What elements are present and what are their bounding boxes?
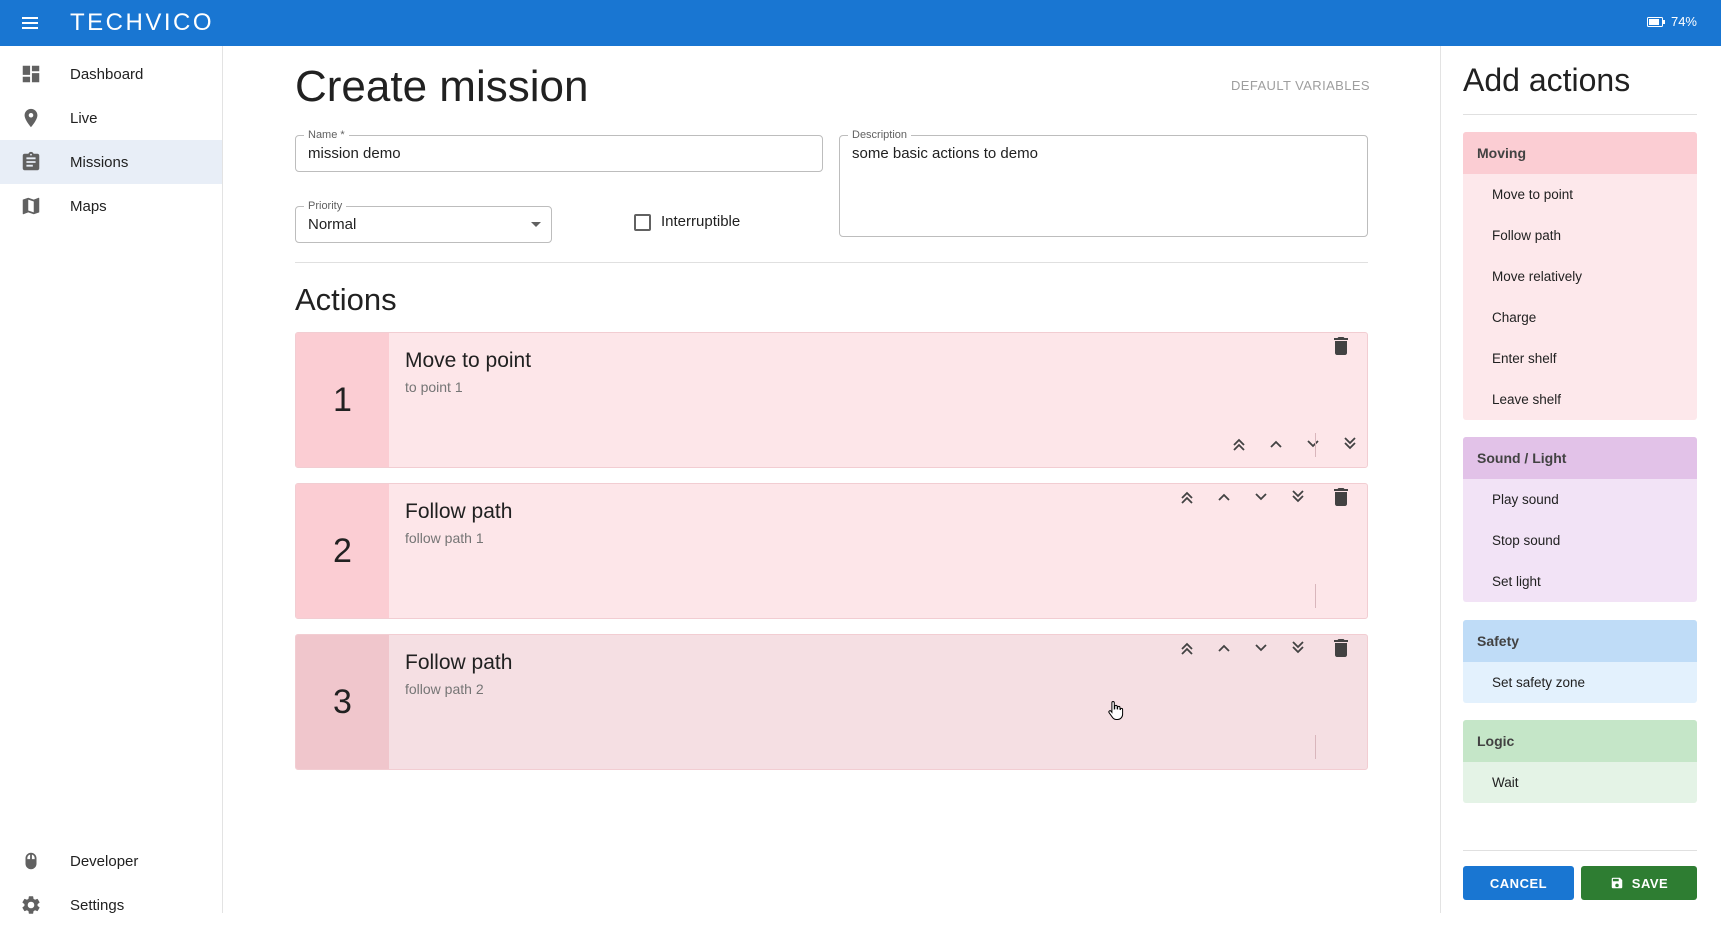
default-variables-button[interactable]: DEFAULT VARIABLES <box>1210 78 1370 93</box>
action-subtitle: to point 1 <box>405 379 463 395</box>
action-title: Follow path <box>405 500 513 523</box>
action-group-safety: Safety Set safety zone <box>1463 620 1697 703</box>
move-to-bottom-icon[interactable] <box>1337 431 1363 457</box>
action-group-moving: Moving Move to point Follow path Move re… <box>1463 132 1697 420</box>
group-header: Sound / Light <box>1463 437 1697 479</box>
add-action-item[interactable]: Set safety zone <box>1463 662 1697 703</box>
move-to-bottom-icon[interactable] <box>1285 635 1311 661</box>
delete-icon[interactable] <box>1328 484 1354 510</box>
add-action-item[interactable]: Follow path <box>1463 215 1697 256</box>
sidebar-item-label: Maps <box>70 197 107 215</box>
add-actions-title: Add actions <box>1463 62 1631 98</box>
action-card[interactable]: 3 Follow path follow path 2 <box>295 634 1368 770</box>
sidebar-item-maps[interactable]: Maps <box>0 184 222 228</box>
move-down-icon[interactable] <box>1248 635 1274 661</box>
save-button-label: SAVE <box>1631 875 1669 891</box>
panel-footer-divider <box>1463 850 1697 851</box>
interruptible-checkbox[interactable] <box>634 214 651 231</box>
delete-icon[interactable] <box>1328 333 1354 359</box>
top-app-bar: TECHVICO 74% <box>0 0 1721 46</box>
dropdown-arrow-icon <box>531 222 541 227</box>
group-header: Logic <box>1463 720 1697 762</box>
priority-select[interactable]: Priority Normal <box>295 199 552 243</box>
button-separator <box>1315 735 1316 759</box>
priority-select-value: Normal <box>308 216 357 233</box>
sidebar-item-dashboard[interactable]: Dashboard <box>0 52 222 96</box>
action-card[interactable]: 1 Move to point to point 1 <box>295 332 1368 468</box>
sidebar-item-label: Missions <box>70 153 129 171</box>
hamburger-menu-icon[interactable] <box>16 11 44 35</box>
add-action-item[interactable]: Move to point <box>1463 174 1697 215</box>
cancel-button[interactable]: CANCEL <box>1463 866 1574 900</box>
action-card[interactable]: 2 Follow path follow path 1 <box>295 483 1368 619</box>
button-separator <box>1315 433 1316 457</box>
action-number: 2 <box>296 484 389 618</box>
add-action-item[interactable]: Enter shelf <box>1463 338 1697 379</box>
save-icon <box>1611 877 1623 889</box>
action-subtitle: follow path 2 <box>405 681 484 697</box>
action-number: 3 <box>296 635 389 769</box>
interruptible-label: Interruptible <box>661 213 741 230</box>
sidebar-item-label: Developer <box>70 852 139 870</box>
add-action-item[interactable]: Wait <box>1463 762 1697 803</box>
description-field[interactable]: Description some basic actions to demo <box>839 128 1368 237</box>
dashboard-icon <box>20 63 42 85</box>
add-action-item[interactable]: Move relatively <box>1463 256 1697 297</box>
page-title: Create mission <box>295 62 589 111</box>
sidebar-item-live[interactable]: Live <box>0 96 222 140</box>
app-logo: TECHVICO <box>70 9 215 36</box>
bug-icon <box>20 850 42 872</box>
name-field-value[interactable]: mission demo <box>308 145 401 162</box>
name-field[interactable]: Name * mission demo <box>295 128 823 172</box>
form-divider <box>295 262 1368 263</box>
add-action-item[interactable]: Leave shelf <box>1463 379 1697 420</box>
add-action-item[interactable]: Charge <box>1463 297 1697 338</box>
hand-cursor-icon <box>1108 700 1124 720</box>
clipboard-icon <box>20 151 42 173</box>
action-number: 1 <box>296 333 389 467</box>
move-up-icon[interactable] <box>1211 635 1237 661</box>
sidebar-item-label: Live <box>70 109 98 127</box>
add-action-item[interactable]: Set light <box>1463 561 1697 602</box>
add-action-item[interactable]: Stop sound <box>1463 520 1697 561</box>
action-title: Move to point <box>405 349 532 372</box>
battery-icon <box>1646 16 1665 27</box>
group-header: Moving <box>1463 132 1697 174</box>
move-down-icon[interactable] <box>1300 431 1326 457</box>
action-title: Follow path <box>405 651 513 674</box>
battery-status: 74% <box>1646 14 1697 29</box>
move-up-icon[interactable] <box>1211 484 1237 510</box>
add-action-item[interactable]: Play sound <box>1463 479 1697 520</box>
move-to-top-icon[interactable] <box>1174 484 1200 510</box>
delete-icon[interactable] <box>1328 635 1354 661</box>
priority-select-label: Priority <box>304 199 347 213</box>
action-group-logic: Logic Wait <box>1463 720 1697 803</box>
description-field-value[interactable]: some basic actions to demo <box>852 145 1038 162</box>
sidebar-item-missions[interactable]: Missions <box>0 140 222 184</box>
sidebar-item-label: Settings <box>70 896 125 914</box>
move-down-icon[interactable] <box>1248 484 1274 510</box>
group-header: Safety <box>1463 620 1697 662</box>
action-group-sound-light: Sound / Light Play sound Stop sound Set … <box>1463 437 1697 602</box>
battery-level: 74% <box>1670 14 1697 29</box>
move-to-top-icon[interactable] <box>1226 431 1252 457</box>
move-to-bottom-icon[interactable] <box>1285 484 1311 510</box>
save-button[interactable]: SAVE <box>1581 866 1697 900</box>
name-field-label: Name * <box>304 128 349 142</box>
sidebar-item-label: Dashboard <box>70 65 144 83</box>
panel-divider <box>1463 114 1697 115</box>
map-icon <box>20 195 42 217</box>
sidebar: Dashboard Live Missions Maps Developer S… <box>0 46 223 914</box>
sidebar-item-developer[interactable]: Developer <box>0 839 222 883</box>
move-up-icon[interactable] <box>1263 431 1289 457</box>
description-field-label: Description <box>848 128 912 142</box>
action-subtitle: follow path 1 <box>405 530 484 546</box>
sidebar-item-settings[interactable]: Settings <box>0 883 222 927</box>
location-pin-icon <box>20 107 42 129</box>
move-to-top-icon[interactable] <box>1174 635 1200 661</box>
actions-section-title: Actions <box>295 282 397 317</box>
button-separator <box>1315 584 1316 608</box>
